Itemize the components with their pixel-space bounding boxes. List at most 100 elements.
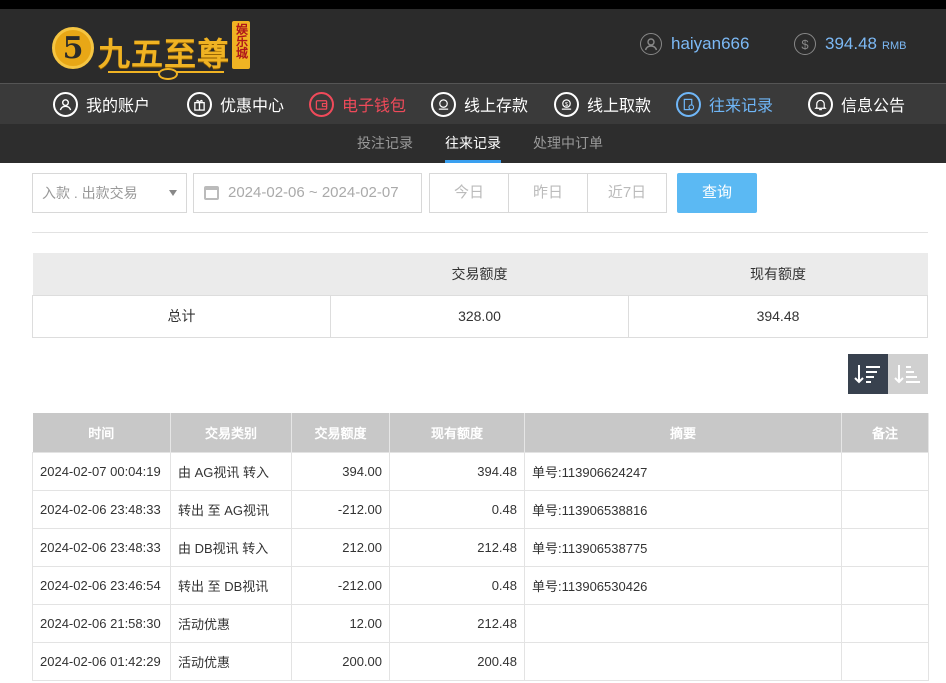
divider — [32, 232, 928, 233]
cell-note — [841, 565, 929, 605]
nav-item-records[interactable]: 往来记录 — [676, 84, 773, 125]
cell-amount: -212.00 — [291, 565, 390, 605]
balance-info: $ 394.48 RMB — [794, 33, 906, 55]
date-range-input[interactable]: 2024-02-06 ~ 2024-02-07 — [193, 173, 422, 213]
today-button[interactable]: 今日 — [429, 173, 509, 213]
logo-badge: 娱乐城 — [232, 21, 250, 69]
column-header-type[interactable]: 交易类别 — [170, 413, 292, 452]
main-nav: 我的账户 优惠中心 电子钱包 线上存款 $ 线上取款 往来记录 信息公告 — [0, 83, 946, 124]
cell-amount: 12.00 — [291, 603, 390, 643]
balance-value: 394.48 — [825, 34, 877, 53]
summary-label: 总计 — [32, 294, 331, 338]
summary-amount: 328.00 — [330, 294, 629, 338]
summary-header — [32, 253, 331, 295]
cell-summary: 单号:113906624247 — [524, 451, 842, 491]
cell-type: 转出 至 AG视讯 — [170, 489, 292, 529]
nav-item-announcements[interactable]: 信息公告 — [808, 84, 905, 125]
cell-amount: 394.00 — [291, 451, 390, 491]
cell-amount: -212.00 — [291, 489, 390, 529]
sub-nav: 投注记录 往来记录 处理中订单 — [0, 124, 946, 163]
nav-item-label: 线上存款 — [464, 98, 529, 115]
sort-ascending-button[interactable] — [888, 354, 928, 394]
bell-icon — [808, 91, 833, 117]
cell-balance: 212.48 — [389, 603, 525, 643]
table-row: 2024-02-06 21:58:30 活动优惠 12.00 212.48 — [32, 603, 929, 643]
transaction-type-value: 入款 . 出款交易 — [42, 185, 138, 201]
logo-mark: 5 — [52, 27, 94, 69]
summary-table: 交易额度 现有额度 总计 328.00 394.48 — [32, 253, 928, 338]
cell-time: 2024-02-06 21:58:30 — [32, 603, 171, 643]
withdraw-icon: $ — [554, 91, 579, 117]
cell-balance: 394.48 — [389, 451, 525, 491]
cell-time: 2024-02-06 23:48:33 — [32, 527, 171, 567]
logo-ornament — [108, 68, 224, 80]
nav-item-promotions[interactable]: 优惠中心 — [187, 84, 284, 125]
balance-currency: RMB — [882, 40, 907, 52]
cell-summary: 单号:113906538775 — [524, 527, 842, 567]
query-button[interactable]: 查询 — [677, 173, 757, 213]
nav-item-label: 电子钱包 — [342, 98, 407, 115]
cell-note — [841, 451, 929, 491]
header: 5 九五至尊 娱乐城 haiyan666 $ 394.48 RMB — [0, 9, 946, 83]
yesterday-button[interactable]: 昨日 — [508, 173, 588, 213]
column-header-note[interactable]: 备注 — [841, 413, 929, 452]
nav-item-label: 优惠中心 — [220, 98, 285, 115]
deposit-icon — [431, 91, 456, 117]
cell-time: 2024-02-06 01:42:29 — [32, 641, 171, 681]
sort-descending-button[interactable] — [848, 354, 888, 394]
sort-controls — [848, 354, 928, 394]
logo-badge-text: 娱乐城 — [234, 23, 249, 59]
cell-type: 活动优惠 — [170, 603, 292, 643]
nav-item-wallet[interactable]: 电子钱包 — [309, 84, 406, 125]
nav-item-label: 线上取款 — [587, 98, 652, 115]
cell-type: 由 DB视讯 转入 — [170, 527, 292, 567]
cell-summary: 单号:113906538816 — [524, 489, 842, 529]
column-header-balance[interactable]: 现有额度 — [389, 413, 525, 452]
date-range-value: 2024-02-06 ~ 2024-02-07 — [228, 184, 399, 201]
cell-type: 转出 至 DB视讯 — [170, 565, 292, 605]
user-info[interactable]: haiyan666 — [640, 33, 749, 55]
cell-time: 2024-02-06 23:48:33 — [32, 489, 171, 529]
gift-icon — [187, 91, 212, 117]
user-icon — [53, 91, 78, 117]
records-header-row: 时间 交易类别 交易额度 现有额度 摘要 备注 — [32, 413, 929, 452]
top-strip — [0, 0, 946, 9]
sort-desc-icon — [854, 365, 880, 384]
cell-type: 由 AG视讯 转入 — [170, 451, 292, 491]
username[interactable]: haiyan666 — [671, 34, 749, 54]
transaction-type-select[interactable]: 入款 . 出款交易 — [32, 173, 187, 213]
tab-bet-records[interactable]: 投注记录 — [357, 124, 413, 163]
records-icon — [676, 91, 701, 117]
cell-balance: 0.48 — [389, 489, 525, 529]
column-header-amount[interactable]: 交易额度 — [291, 413, 390, 452]
logo[interactable]: 5 九五至尊 娱乐城 — [52, 19, 252, 81]
column-header-time[interactable]: 时间 — [32, 413, 171, 452]
cell-summary: 单号:113906530426 — [524, 565, 842, 605]
records-table: 时间 交易类别 交易额度 现有额度 摘要 备注 2024-02-07 00:04… — [32, 413, 929, 681]
cell-balance: 200.48 — [389, 641, 525, 681]
sort-asc-icon — [894, 365, 920, 384]
cell-note — [841, 489, 929, 529]
cell-amount: 200.00 — [291, 641, 390, 681]
nav-item-withdraw[interactable]: $ 线上取款 — [554, 84, 651, 125]
tab-pending-orders[interactable]: 处理中订单 — [533, 124, 603, 163]
cell-amount: 212.00 — [291, 527, 390, 567]
table-row: 2024-02-06 01:42:29 活动优惠 200.00 200.48 — [32, 641, 929, 681]
cell-note — [841, 527, 929, 567]
nav-item-label: 信息公告 — [841, 98, 906, 115]
tab-transaction-records[interactable]: 往来记录 — [445, 124, 501, 163]
user-icon — [640, 33, 662, 55]
caret-down-icon — [169, 190, 177, 196]
last-7-days-button[interactable]: 近7日 — [587, 173, 667, 213]
cell-balance: 0.48 — [389, 565, 525, 605]
cell-type: 活动优惠 — [170, 641, 292, 681]
table-row: 2024-02-06 23:48:33 转出 至 AG视讯 -212.00 0.… — [32, 489, 929, 529]
nav-item-account[interactable]: 我的账户 — [53, 84, 150, 125]
summary-row: 总计 328.00 394.48 — [32, 294, 928, 338]
summary-balance: 394.48 — [628, 294, 928, 338]
cell-note — [841, 603, 929, 643]
calendar-icon — [204, 186, 219, 200]
column-header-summary[interactable]: 摘要 — [524, 413, 842, 452]
nav-item-deposit[interactable]: 线上存款 — [431, 84, 528, 125]
cell-balance: 212.48 — [389, 527, 525, 567]
